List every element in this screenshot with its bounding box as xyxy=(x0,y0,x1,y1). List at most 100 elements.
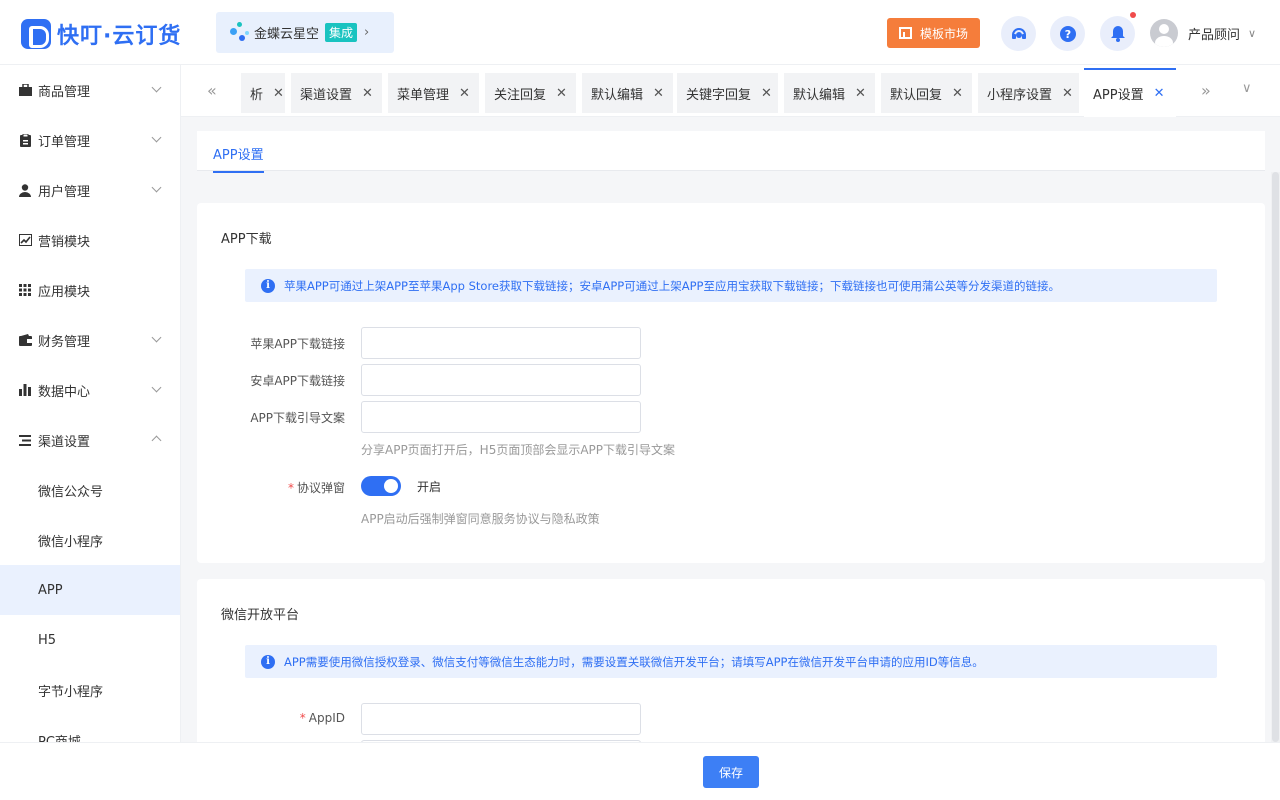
tab-label: 默认编辑 xyxy=(793,87,846,103)
chevron-down-icon xyxy=(151,382,162,393)
sidebar-item-label: 商品管理 xyxy=(38,84,91,100)
tab-item[interactable]: 关键字回复 ✕ xyxy=(677,73,778,113)
appid-input[interactable] xyxy=(361,703,641,735)
user-menu[interactable]: 产品顾问 ∨ xyxy=(1150,19,1256,47)
bell-icon xyxy=(1110,26,1125,42)
android-link-input[interactable] xyxy=(361,364,641,396)
logo-icon xyxy=(21,19,51,49)
close-icon[interactable]: ✕ xyxy=(952,86,963,101)
close-icon[interactable]: ✕ xyxy=(556,86,567,101)
tab-item-active[interactable]: APP设置 ✕ xyxy=(1084,68,1176,117)
avatar xyxy=(1150,19,1178,47)
info-alert: i APP需要使用微信授权登录、微信支付等微信生态能力时，需要设置关联微信开发平… xyxy=(245,645,1217,678)
ios-link-input[interactable] xyxy=(361,327,641,359)
chevron-down-icon: ∨ xyxy=(1248,26,1257,40)
sidebar-item-label: 数据中心 xyxy=(38,384,91,400)
sidebar-item-label: 应用模块 xyxy=(38,284,91,300)
chevron-down-icon xyxy=(151,332,162,343)
content-scrollbar[interactable] xyxy=(1271,172,1280,742)
section-title: APP下载 xyxy=(221,232,272,247)
alert-text: APP需要使用微信授权登录、微信支付等微信生态能力时，需要设置关联微信开发平台；… xyxy=(284,654,984,669)
sidebar-subitem-bytedance[interactable]: 字节小程序 xyxy=(0,665,180,715)
close-icon[interactable]: ✕ xyxy=(1154,86,1165,101)
sidebar-item-channels[interactable]: 渠道设置 xyxy=(0,415,180,465)
service-button[interactable] xyxy=(1001,16,1036,51)
chevron-down-icon xyxy=(151,82,162,93)
svg-text:?: ? xyxy=(1064,28,1070,41)
sidebar-subitem-h5[interactable]: H5 xyxy=(0,615,180,665)
close-icon[interactable]: ✕ xyxy=(273,86,284,101)
notification-dot xyxy=(1130,12,1136,18)
section-title: 微信开放平台 xyxy=(221,608,300,623)
tab-item[interactable]: 默认回复 ✕ xyxy=(881,73,972,113)
question-icon: ? xyxy=(1059,25,1076,42)
tabs-scroll-left-icon[interactable]: « xyxy=(207,81,217,100)
tabs-scroll-right-icon[interactable]: » xyxy=(1201,81,1211,100)
info-icon: i xyxy=(261,278,275,293)
sidebar-subitem-wechat-miniprogram[interactable]: 微信小程序 xyxy=(0,515,180,565)
protocol-toggle[interactable] xyxy=(361,476,401,496)
ios-link-row: 苹果APP下载链接 xyxy=(197,327,1265,359)
close-icon[interactable]: ✕ xyxy=(459,86,470,101)
brand-logo[interactable]: 快叮·云订货 xyxy=(21,18,181,50)
close-icon[interactable]: ✕ xyxy=(855,86,866,101)
protocol-label: * 协议弹窗 xyxy=(287,481,345,495)
sidebar-item-apps[interactable]: 应用模块 xyxy=(0,265,180,315)
tab-label: 默认编辑 xyxy=(591,87,644,103)
main-content: APP设置 APP下载 i 苹果APP可通过上架APP至苹果App Store获… xyxy=(181,117,1280,742)
close-icon[interactable]: ✕ xyxy=(653,86,664,101)
android-link-row: 安卓APP下载链接 xyxy=(197,364,1265,396)
chevron-right-icon: › xyxy=(364,25,370,40)
close-icon[interactable]: ✕ xyxy=(362,86,373,101)
protocol-state: 开启 xyxy=(417,480,442,494)
tab-item[interactable]: 菜单管理 ✕ xyxy=(388,73,479,113)
help-button[interactable]: ? xyxy=(1050,16,1085,51)
tab-item[interactable]: 渠道设置 ✕ xyxy=(291,73,382,113)
tabs-menu-chevron-down-icon[interactable]: ∨ xyxy=(1242,81,1252,96)
sidebar-subitem-pc-mall[interactable]: PC商城 xyxy=(0,715,180,743)
sidebar-item-data[interactable]: 数据中心 xyxy=(0,365,180,415)
sidebar-item-products[interactable]: 商品管理 xyxy=(0,65,180,115)
tab-item[interactable]: 默认编辑 ✕ xyxy=(784,73,875,113)
tab-label: 关键字回复 xyxy=(686,87,752,103)
kingdee-icon xyxy=(230,21,250,44)
wallet-icon xyxy=(18,334,32,347)
template-market-button[interactable]: 模板市场 xyxy=(887,18,980,48)
tab-item[interactable]: 默认编辑 ✕ xyxy=(582,73,673,113)
brand-name: 快叮·云订货 xyxy=(57,24,182,49)
guide-text-input[interactable] xyxy=(361,401,641,433)
save-button[interactable]: 保存 xyxy=(703,756,759,788)
subtab-app-settings[interactable]: APP设置 xyxy=(213,144,264,173)
sidebar-item-label: 营销模块 xyxy=(38,234,91,250)
sidebar-item-label: 财务管理 xyxy=(38,334,91,350)
scrollbar-thumb[interactable] xyxy=(1272,172,1279,742)
info-icon: i xyxy=(261,654,275,669)
guide-text-row: APP下载引导文案 xyxy=(197,401,1265,433)
tab-item[interactable]: 析 ✕ xyxy=(241,73,285,113)
close-icon[interactable]: ✕ xyxy=(761,86,772,101)
tab-label: 关注回复 xyxy=(494,87,547,103)
tab-label: APP设置 xyxy=(1093,88,1144,103)
sidebar-item-users[interactable]: 用户管理 xyxy=(0,165,180,215)
user-icon xyxy=(18,183,32,197)
sidebar-item-finance[interactable]: 财务管理 xyxy=(0,315,180,365)
chart-line-icon xyxy=(18,234,32,247)
top-bar: 快叮·云订货 金蝶云星空 集成 › 模板市场 ? 产品顾问 ∨ xyxy=(0,0,1280,65)
sidebar-item-orders[interactable]: 订单管理 xyxy=(0,115,180,165)
chevron-down-icon xyxy=(151,132,162,143)
appid-row: * AppID xyxy=(197,703,1265,735)
template-market-label: 模板市场 xyxy=(919,26,968,41)
sidebar-subitem-wechat-official[interactable]: 微信公众号 xyxy=(0,465,180,515)
integration-label: 金蝶云星空 xyxy=(254,27,320,42)
tab-item[interactable]: 小程序设置 ✕ xyxy=(978,73,1079,113)
sidebar-subitem-app[interactable]: APP xyxy=(0,565,180,615)
android-link-label: 安卓APP下载链接 xyxy=(250,374,345,388)
notification-button[interactable] xyxy=(1100,16,1135,51)
list-icon xyxy=(18,434,32,447)
sidebar-item-label: 渠道设置 xyxy=(38,434,91,450)
sidebar-item-marketing[interactable]: 营销模块 xyxy=(0,215,180,265)
integration-switcher[interactable]: 金蝶云星空 集成 › xyxy=(216,12,394,53)
sidebar: 商品管理 订单管理 用户管理 营销模块 应用模块 财务管理 数据中心 渠道设置 … xyxy=(0,65,181,742)
tab-item[interactable]: 关注回复 ✕ xyxy=(485,73,576,113)
close-icon[interactable]: ✕ xyxy=(1062,86,1073,101)
